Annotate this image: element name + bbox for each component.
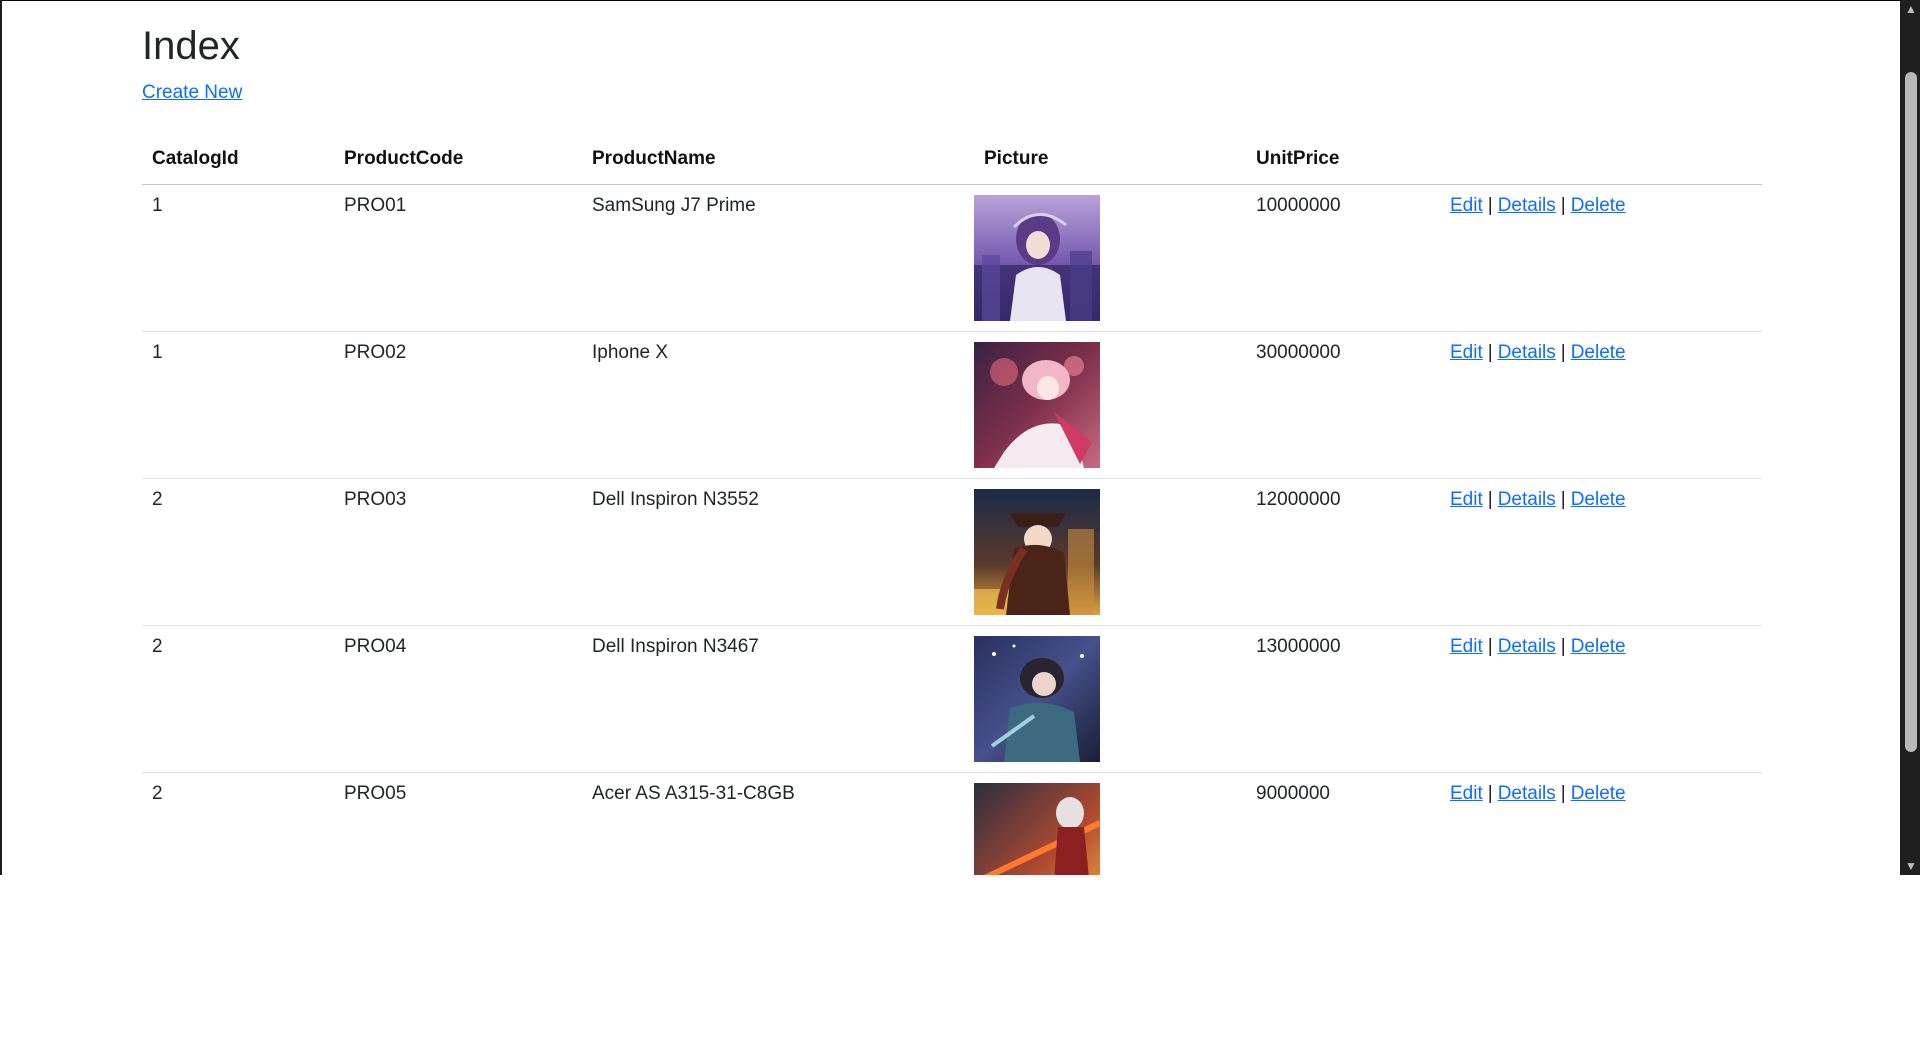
cell-unitprice: 13000000 [1246, 625, 1440, 773]
details-link[interactable]: Details [1498, 783, 1556, 804]
edit-link[interactable]: Edit [1450, 195, 1483, 216]
cell-productcode: PRO02 [334, 331, 582, 479]
separator: | [1560, 342, 1566, 363]
scroll-up-arrow-icon[interactable]: ▲ [1900, 0, 1920, 18]
separator: | [1487, 489, 1493, 510]
window-border-top [0, 0, 1920, 1]
cell-unitprice: 9000000 [1246, 772, 1440, 875]
cell-productname: Acer AS A315-31-C8GB [582, 772, 974, 875]
delete-link[interactable]: Delete [1571, 195, 1626, 216]
browser-viewport: Index Create New CatalogId ProductCode P… [0, 0, 1920, 875]
cell-unitprice: 10000000 [1246, 184, 1440, 332]
details-link[interactable]: Details [1498, 195, 1556, 216]
product-image [974, 636, 1100, 762]
cell-productcode: PRO04 [334, 625, 582, 773]
cell-picture [974, 772, 1246, 875]
details-link[interactable]: Details [1498, 636, 1556, 657]
cell-catalogid: 1 [142, 331, 334, 479]
header-actions [1440, 134, 1762, 185]
separator: | [1487, 783, 1493, 804]
header-productname: ProductName [582, 134, 974, 185]
edit-link[interactable]: Edit [1450, 783, 1483, 804]
edit-link[interactable]: Edit [1450, 489, 1483, 510]
cell-picture [974, 478, 1246, 626]
cell-picture [974, 625, 1246, 773]
cell-picture [974, 331, 1246, 479]
products-table: CatalogId ProductCode ProductName Pictur… [142, 134, 1762, 875]
separator: | [1560, 783, 1566, 804]
table-row: 2 PRO03 Dell Inspiron N3552 12000000 Edi… [142, 478, 1762, 626]
cell-productname: Dell Inspiron N3552 [582, 478, 974, 626]
table-header-row: CatalogId ProductCode ProductName Pictur… [142, 134, 1762, 185]
product-image [974, 195, 1100, 321]
cell-productcode: PRO05 [334, 772, 582, 875]
cell-actions: Edit | Details | Delete [1440, 625, 1762, 773]
create-new-link[interactable]: Create New [142, 82, 242, 104]
header-picture: Picture [974, 134, 1246, 185]
delete-link[interactable]: Delete [1571, 783, 1626, 804]
table-row: 1 PRO02 Iphone X 30000000 Edit | Details… [142, 331, 1762, 479]
product-image [974, 783, 1100, 875]
separator: | [1487, 636, 1493, 657]
delete-link[interactable]: Delete [1571, 489, 1626, 510]
scroll-down-arrow-icon[interactable]: ▼ [1900, 857, 1920, 875]
separator: | [1487, 342, 1493, 363]
details-link[interactable]: Details [1498, 342, 1556, 363]
details-link[interactable]: Details [1498, 489, 1556, 510]
separator: | [1560, 636, 1566, 657]
separator: | [1487, 195, 1493, 216]
cell-actions: Edit | Details | Delete [1440, 478, 1762, 626]
cell-catalogid: 2 [142, 625, 334, 773]
cell-actions: Edit | Details | Delete [1440, 331, 1762, 479]
delete-link[interactable]: Delete [1571, 342, 1626, 363]
table-row: 2 PRO04 Dell Inspiron N3467 13000000 Edi… [142, 625, 1762, 773]
table-row: 2 PRO05 Acer AS A315-31-C8GB 9000000 Edi… [142, 772, 1762, 875]
cell-actions: Edit | Details | Delete [1440, 184, 1762, 332]
cell-productname: Dell Inspiron N3467 [582, 625, 974, 773]
vertical-scrollbar[interactable]: ▲ ▼ [1900, 0, 1920, 875]
cell-catalogid: 1 [142, 184, 334, 332]
cell-actions: Edit | Details | Delete [1440, 772, 1762, 875]
cell-productname: Iphone X [582, 331, 974, 479]
cell-productname: SamSung J7 Prime [582, 184, 974, 332]
separator: | [1560, 489, 1566, 510]
cell-unitprice: 12000000 [1246, 478, 1440, 626]
product-image [974, 342, 1100, 468]
header-catalogid: CatalogId [142, 134, 334, 185]
edit-link[interactable]: Edit [1450, 636, 1483, 657]
header-unitprice: UnitPrice [1246, 134, 1440, 185]
edit-link[interactable]: Edit [1450, 342, 1483, 363]
cell-catalogid: 2 [142, 478, 334, 626]
header-productcode: ProductCode [334, 134, 582, 185]
page-title: Index [142, 24, 240, 68]
cell-productcode: PRO03 [334, 478, 582, 626]
separator: | [1560, 195, 1566, 216]
cell-productcode: PRO01 [334, 184, 582, 332]
delete-link[interactable]: Delete [1571, 636, 1626, 657]
cell-catalogid: 2 [142, 772, 334, 875]
scrollbar-thumb[interactable] [1905, 72, 1917, 752]
window-border-left [0, 0, 2, 875]
cell-unitprice: 30000000 [1246, 331, 1440, 479]
product-image [974, 489, 1100, 615]
table-row: 1 PRO01 SamSung J7 Prime 10000000 Edit |… [142, 184, 1762, 332]
cell-picture [974, 184, 1246, 332]
